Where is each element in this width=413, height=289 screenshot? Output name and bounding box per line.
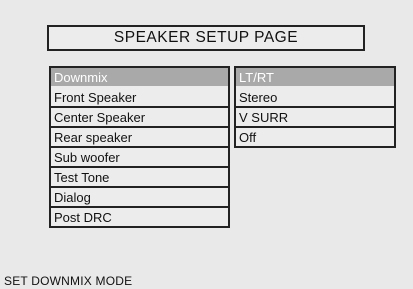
menu-item-front-speaker[interactable]: Front Speaker	[51, 88, 228, 108]
menu-item-test-tone[interactable]: Test Tone	[51, 168, 228, 188]
menu-item-downmix[interactable]: Downmix	[51, 68, 228, 88]
menu-item-center-speaker[interactable]: Center Speaker	[51, 108, 228, 128]
menu-item-sub-woofer[interactable]: Sub woofer	[51, 148, 228, 168]
status-text: SET DOWNMIX MODE	[4, 274, 133, 288]
option-off[interactable]: Off	[236, 128, 394, 146]
downmix-options-menu: LT/RT Stereo V SURR Off	[234, 66, 396, 148]
option-v-surr[interactable]: V SURR	[236, 108, 394, 128]
option-lt-rt[interactable]: LT/RT	[236, 68, 394, 88]
menu-item-rear-speaker[interactable]: Rear speaker	[51, 128, 228, 148]
speaker-setup-menu: Downmix Front Speaker Center Speaker Rea…	[49, 66, 230, 228]
option-stereo[interactable]: Stereo	[236, 88, 394, 108]
page-title: SPEAKER SETUP PAGE	[47, 25, 365, 51]
menu-item-post-drc[interactable]: Post DRC	[51, 208, 228, 226]
menu-item-dialog[interactable]: Dialog	[51, 188, 228, 208]
